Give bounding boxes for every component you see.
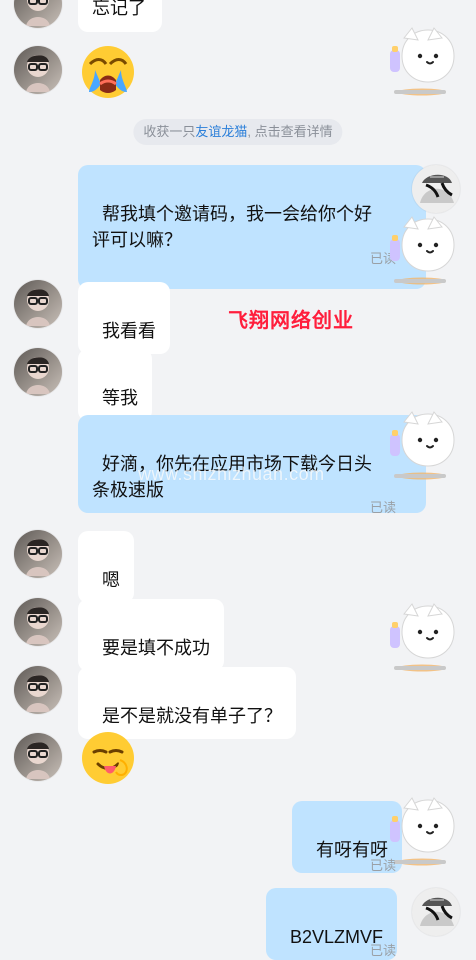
my-avatar[interactable] — [412, 888, 460, 936]
crying-face-icon — [82, 46, 134, 98]
my-avatar-image — [412, 888, 460, 936]
cat-sticker — [384, 400, 456, 484]
message-text: 我看看 — [102, 321, 157, 341]
watermark-url: www.shizhizhuan.com — [138, 464, 325, 484]
message-text: 帮我填个邀请码，我一会给你个好 评可以嘛？ — [92, 204, 373, 250]
message-bubble-incoming: 是不是就没有单子了？ — [78, 667, 297, 739]
watermark-text: 飞翔网络创业 — [228, 310, 354, 332]
message-text: 嗯 — [102, 570, 121, 590]
message-bubble-outgoing: 帮我填个邀请码，我一会给你个好 评可以嘛？ — [78, 165, 426, 329]
contact-avatar[interactable] — [14, 598, 62, 646]
cat-sticker-icon — [390, 411, 455, 480]
cat-sticker-icon — [390, 603, 455, 672]
contact-avatar[interactable] — [14, 666, 62, 714]
message-text: 等我 — [102, 388, 139, 408]
contact-avatar[interactable] — [14, 46, 62, 94]
cat-sticker — [384, 205, 456, 289]
cat-sticker-icon — [390, 27, 455, 96]
contact-avatar-image — [14, 280, 62, 328]
cat-sticker — [384, 16, 456, 100]
message-text: 忘记了 — [92, 0, 146, 18]
notice-suffix: , 点击查看详情 — [247, 124, 333, 139]
contact-avatar-image — [14, 598, 62, 646]
notice-link[interactable]: 友谊龙猫 — [195, 124, 247, 139]
read-indicator: 已读 — [370, 943, 397, 958]
crying-face-sticker — [80, 44, 136, 100]
contact-avatar[interactable] — [14, 733, 62, 781]
contact-avatar-image — [14, 733, 62, 781]
message-text: 要是填不成功 — [102, 638, 211, 658]
message-bubble-incoming: 要是填不成功 — [78, 599, 225, 671]
message-bubble-incoming: 嗯 — [78, 531, 135, 603]
message-bubble-incoming: 我看看 — [78, 282, 171, 354]
tongue-out-face-icon — [82, 732, 134, 784]
contact-avatar-image — [14, 666, 62, 714]
message-text: 是不是就没有单子了？ — [102, 706, 283, 726]
cat-sticker-icon — [390, 216, 455, 285]
notice-prefix: 收获一只 — [143, 124, 196, 139]
contact-avatar[interactable] — [14, 0, 62, 28]
blush-emoji-icon — [106, 257, 126, 329]
contact-avatar[interactable] — [14, 348, 62, 396]
tongue-out-sticker — [80, 730, 136, 786]
read-indicator: 已读 — [370, 500, 397, 515]
contact-avatar[interactable] — [14, 280, 62, 328]
cat-sticker — [384, 592, 456, 676]
contact-avatar-image — [14, 46, 62, 94]
contact-avatar-image — [14, 0, 62, 28]
message-bubble-top-cut: 忘记了 — [78, 0, 162, 32]
message-bubble-incoming: 等我 — [78, 349, 153, 421]
system-notice[interactable]: 收获一只友谊龙猫, 点击查看详情 — [133, 119, 343, 145]
read-indicator: 已读 — [370, 858, 397, 873]
contact-avatar-image — [14, 348, 62, 396]
contact-avatar-image — [14, 530, 62, 578]
contact-avatar[interactable] — [14, 530, 62, 578]
